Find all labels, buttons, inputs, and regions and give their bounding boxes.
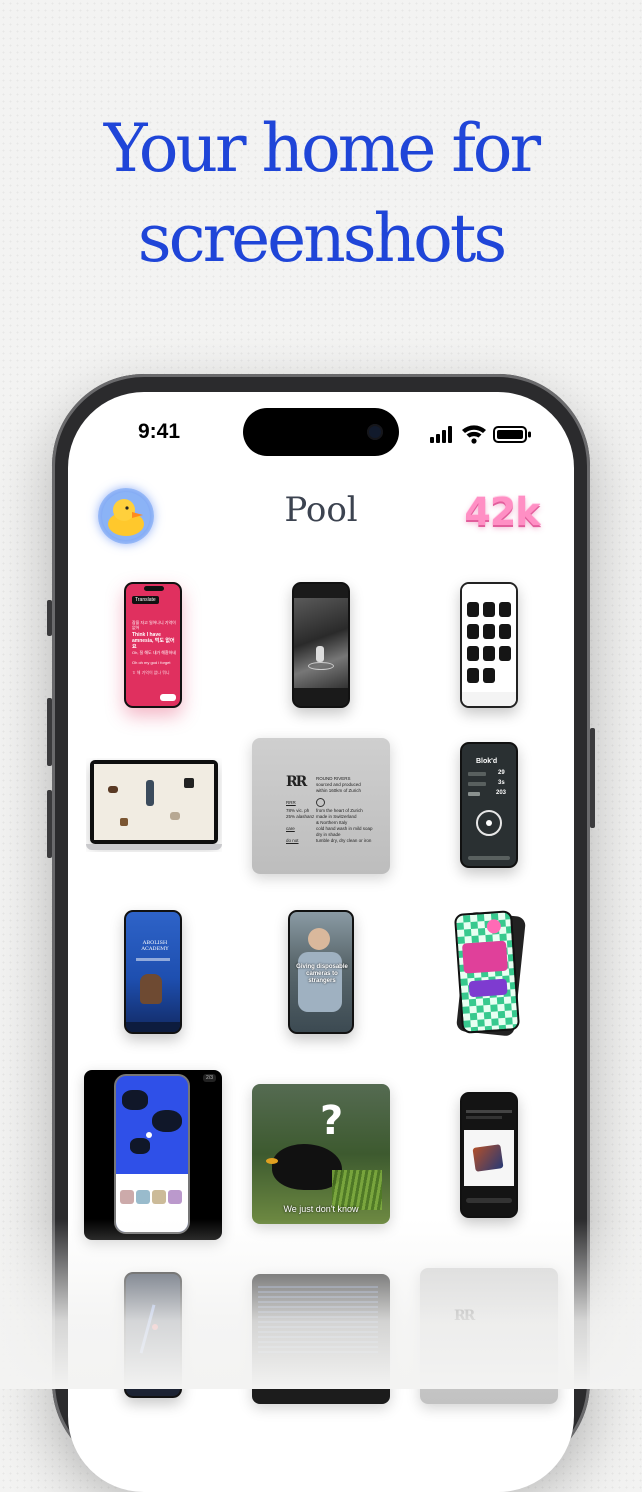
volume-up-button (47, 698, 52, 766)
thumbnail-round-rivers-label[interactable]: RR ROUND RIVERS sourced and produced wit… (252, 738, 390, 874)
recycle-icon (316, 798, 325, 807)
hero-headline: Your home for screenshots (0, 104, 642, 284)
thumbnail-dark-map[interactable] (124, 1272, 182, 1398)
thumbnail-text-document[interactable] (252, 1274, 390, 1404)
label-row-2-right: from the heart of Zurich (316, 808, 363, 813)
english-line-2: Oh oh my god i forget (132, 660, 171, 665)
label-row-3-left: 25% alashanz (286, 814, 315, 819)
jacket-grid-icon (462, 584, 516, 706)
battery-icon (493, 426, 531, 443)
label-row-4-right: & Northern Italy (316, 820, 348, 825)
label-row-3-right: made in Switzerland (316, 814, 357, 819)
thumbnail-blokd-app[interactable]: Blok'd 29 3s 203 (460, 742, 518, 868)
power-button (590, 728, 595, 828)
hero-line-2: screenshots (137, 200, 508, 277)
english-line-1: Think I have amnesia, 먹도 없어요 (132, 632, 175, 650)
brand-logo: RR (286, 774, 307, 790)
thumbnail-abolish-academy[interactable]: ABOLISH ACADEMY (124, 910, 182, 1034)
blokd-stat-3: 203 (496, 790, 507, 796)
thumbnail-round-rivers-label-2[interactable]: RR (420, 1268, 558, 1404)
thumbnail-translate-app[interactable]: Translate 잠을 자고 일어나니 기억이 없어 Think I have… (124, 582, 182, 708)
signal-icon (430, 426, 452, 443)
label-line-3: within 160km of Zurich (316, 788, 362, 793)
thumbnail-stickers-collage[interactable] (452, 906, 526, 1038)
label-row-2-left: 78% vic. ph (286, 808, 310, 813)
label-line-1: ROUND RIVERS (316, 776, 351, 781)
wifi-icon (462, 425, 486, 444)
phone-screen: 9:41 Pool 42k Translate 잠을 자고 일어나니 기억이 없… (68, 392, 574, 1492)
brand-logo-2: RR (454, 1308, 475, 1324)
label-row-7-left: do not (286, 838, 299, 843)
question-mark: ? (320, 1098, 344, 1144)
screenshot-count-badge[interactable]: 42k (452, 490, 552, 534)
label-row-1-left: RRR (286, 800, 296, 805)
blokd-stat-1: 29 (498, 770, 505, 776)
hero-line-1: Your home for (103, 110, 541, 187)
thumbnail-product-detail[interactable] (460, 1092, 518, 1218)
thumbnail-cyclist-photo[interactable] (292, 582, 350, 708)
blokd-dial-icon (476, 810, 502, 836)
volume-down-button (47, 790, 52, 858)
thumbnail-jacket-store[interactable] (460, 582, 518, 708)
disposable-caption: Giving disposable cameras to strangers (296, 964, 348, 984)
thumbnail-laptop-shop[interactable] (86, 758, 222, 852)
mute-switch (47, 600, 52, 636)
korean-line-1: 잠을 자고 일어나니 기억이 없어 (132, 620, 176, 630)
korean-line-3: ㅎ 해 기억이 없나 뭐니 (132, 670, 170, 675)
thumbnail-blackbird-meme[interactable]: ? We just don't know (252, 1084, 390, 1224)
thumbnail-disposable-cameras[interactable]: Giving disposable cameras to strangers (288, 910, 354, 1034)
status-icons (430, 425, 531, 444)
label-line-2: sourced and produced (316, 782, 361, 787)
label-row-6-right: dry in shade (316, 832, 341, 837)
meme-subtitle: We just don't know (283, 1204, 359, 1214)
thumbnail-map-app[interactable]: 2/3 (84, 1070, 222, 1240)
label-row-5-right: cold hand wash in mild soap (316, 826, 373, 831)
blokd-stat-2: 3s (498, 780, 505, 786)
academy-title: ABOLISH ACADEMY (141, 940, 169, 952)
front-camera-icon (367, 424, 383, 440)
translate-header: Translate (132, 596, 159, 604)
korean-line-2: Oh, 질 해도 내가 해환하네 (132, 650, 177, 655)
label-row-5-left: care (286, 826, 295, 831)
map-page-badge: 2/3 (203, 1074, 216, 1082)
dynamic-island (243, 408, 399, 456)
status-time: 9:41 (138, 420, 181, 443)
blokd-title: Blok'd (476, 758, 498, 765)
label-row-7-right: tumble dry, dry clean or iron (316, 838, 372, 843)
